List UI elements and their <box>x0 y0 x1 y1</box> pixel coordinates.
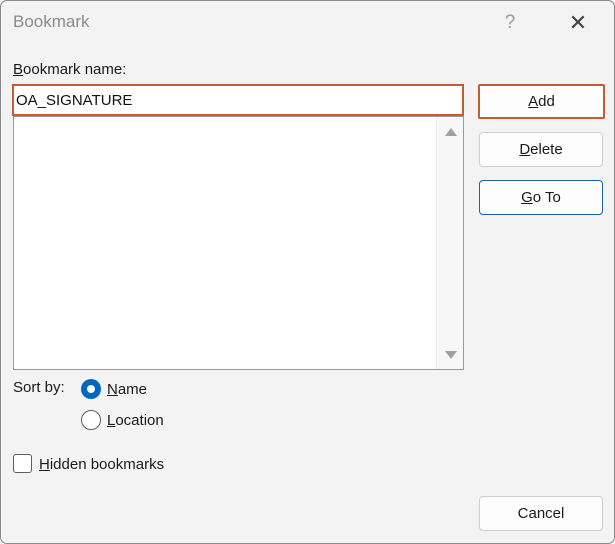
list-scrollbar[interactable] <box>436 117 463 369</box>
radio-dot-icon <box>87 385 95 393</box>
scroll-up-icon[interactable] <box>445 128 457 136</box>
bookmark-name-label: Bookmark name: <box>13 61 127 78</box>
sort-location-label[interactable]: Location <box>107 412 164 429</box>
help-icon[interactable]: ? <box>499 9 521 37</box>
go-to-button[interactable]: Go To <box>479 180 603 215</box>
dialog-title: Bookmark <box>13 12 90 31</box>
scroll-down-icon[interactable] <box>445 351 457 359</box>
sort-by-label: Sort by: <box>13 379 65 396</box>
cancel-button[interactable]: Cancel <box>479 496 603 531</box>
sort-location-radio[interactable] <box>81 410 101 430</box>
close-icon[interactable]: ✕ <box>563 9 593 37</box>
bookmark-list[interactable] <box>13 116 464 370</box>
bookmark-name-input[interactable] <box>12 84 464 116</box>
delete-button[interactable]: Delete <box>479 132 603 167</box>
sort-name-label[interactable]: Name <box>107 381 147 398</box>
bookmark-dialog: Bookmark ? ✕ Bookmark name: Add Delete G… <box>0 0 615 544</box>
title-bar: Bookmark ? ✕ <box>1 1 614 45</box>
add-button[interactable]: Add <box>478 84 605 119</box>
sort-name-radio[interactable] <box>81 379 101 399</box>
hidden-bookmarks-checkbox[interactable] <box>13 454 32 473</box>
hidden-bookmarks-label[interactable]: Hidden bookmarks <box>39 456 164 473</box>
